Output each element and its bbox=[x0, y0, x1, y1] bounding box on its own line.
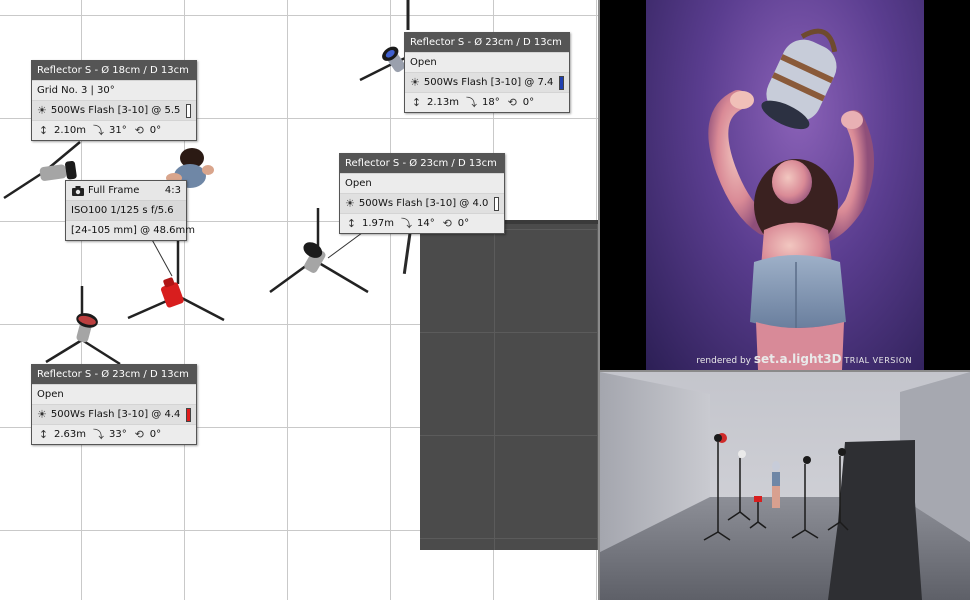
sun-icon: ☀ bbox=[37, 408, 47, 421]
sun-icon: ☀ bbox=[37, 104, 47, 117]
light-rotation: 0° bbox=[149, 429, 162, 440]
tilt-icon: ⤵ bbox=[401, 217, 413, 230]
studio-3d-view[interactable] bbox=[600, 372, 970, 600]
height-arrows-icon: ↕ bbox=[38, 428, 49, 441]
render-preview[interactable]: rendered by set.a.light3D TRIAL VERSION bbox=[600, 0, 970, 370]
camera-stand[interactable] bbox=[120, 235, 230, 326]
light-modifier: Grid No. 3 | 30° bbox=[37, 85, 115, 96]
light-flash: 500Ws Flash [3-10] @ 4.0 bbox=[358, 198, 489, 209]
height-arrows-icon: ↕ bbox=[346, 217, 357, 230]
plan-view[interactable]: Reflector S - Ø 18cm / D 13cm Grid No. 3… bbox=[0, 0, 598, 600]
light-modifier-row[interactable]: Open bbox=[405, 52, 569, 72]
light-flash: 500Ws Flash [3-10] @ 7.4 bbox=[423, 77, 554, 88]
light-tilt: 14° bbox=[417, 218, 435, 229]
watermark-brand: set.a.light3D bbox=[753, 352, 842, 366]
tilt-icon: ⤵ bbox=[93, 428, 105, 441]
camera-sensor-row[interactable]: Full Frame 4:3 bbox=[66, 181, 186, 200]
sun-icon: ☀ bbox=[345, 197, 355, 210]
light-stand-4[interactable] bbox=[40, 284, 130, 370]
light-tilt: 31° bbox=[109, 125, 127, 136]
light-modifier: Open bbox=[410, 57, 437, 68]
render-photo-illustration bbox=[708, 28, 874, 370]
rotation-icon: ⟲ bbox=[134, 428, 144, 441]
tilt-icon: ⤵ bbox=[93, 124, 105, 137]
light-flash-row[interactable]: ☀ 500Ws Flash [3-10] @ 4.0 bbox=[340, 193, 504, 213]
camera-sensor: Full Frame bbox=[88, 185, 140, 196]
light-rotation: 0° bbox=[149, 125, 162, 136]
tilt-icon: ⤵ bbox=[466, 96, 478, 109]
camera-aspect: 4:3 bbox=[164, 185, 181, 196]
height-arrows-icon: ↕ bbox=[38, 124, 49, 137]
light-flash: 500Ws Flash [3-10] @ 4.4 bbox=[50, 409, 181, 420]
light-rotation: 0° bbox=[457, 218, 470, 229]
light-position-row[interactable]: ↕ 2.13m ⤵ 18° ⟲ 0° bbox=[405, 92, 569, 112]
light-height: 2.13m bbox=[427, 97, 460, 108]
light-flash-row[interactable]: ☀ 500Ws Flash [3-10] @ 5.5 bbox=[32, 100, 196, 120]
watermark-trial: TRIAL VERSION bbox=[844, 356, 912, 365]
light-modifier-row[interactable]: Open bbox=[32, 384, 196, 404]
camera-lens-row[interactable]: [24-105 mm] @ 48.6mm bbox=[66, 220, 195, 240]
light-flash-row[interactable]: ☀ 500Ws Flash [3-10] @ 7.4 bbox=[405, 72, 569, 92]
render-watermark: rendered by set.a.light3D TRIAL VERSION bbox=[696, 352, 912, 366]
camera-icon bbox=[71, 184, 84, 197]
camera-info-box[interactable]: Full Frame 4:3 ISO100 1/125 s f/5.6 [24-… bbox=[65, 180, 195, 241]
light-modifier: Open bbox=[37, 389, 64, 400]
light-modifier: Open bbox=[345, 178, 372, 189]
watermark-prefix: rendered by bbox=[696, 356, 752, 366]
studio-scene bbox=[600, 372, 970, 600]
light-flash-row[interactable]: ☀ 500Ws Flash [3-10] @ 4.4 bbox=[32, 404, 196, 424]
camera-exposure: ISO100 1/125 s f/5.6 bbox=[71, 205, 174, 216]
light-tilt: 33° bbox=[109, 429, 127, 440]
light-title: Reflector S - Ø 23cm / D 13cm bbox=[340, 154, 504, 173]
backdrop-pole bbox=[402, 228, 413, 274]
light-tilt: 18° bbox=[482, 97, 500, 108]
light-position-row[interactable]: ↕ 1.97m ⤵ 14° ⟲ 0° bbox=[340, 213, 504, 233]
light-color-swatch[interactable] bbox=[186, 407, 191, 422]
light-flash: 500Ws Flash [3-10] @ 5.5 bbox=[50, 105, 181, 116]
light-info-box-3[interactable]: Reflector S - Ø 23cm / D 13cm Open ☀ 500… bbox=[339, 153, 505, 234]
light-position-row[interactable]: ↕ 2.63m ⤵ 33° ⟲ 0° bbox=[32, 424, 196, 444]
light-color-swatch[interactable] bbox=[494, 196, 499, 211]
light-height: 2.10m bbox=[54, 125, 87, 136]
sun-icon: ☀ bbox=[410, 76, 420, 89]
rotation-icon: ⟲ bbox=[442, 217, 452, 230]
light-title: Reflector S - Ø 23cm / D 13cm bbox=[405, 33, 569, 52]
light-height: 2.63m bbox=[54, 429, 87, 440]
light-position-row[interactable]: ↕ 2.10m ⤵ 31° ⟲ 0° bbox=[32, 120, 196, 140]
light-info-box-2[interactable]: Reflector S - Ø 23cm / D 13cm Open ☀ 500… bbox=[404, 32, 570, 113]
light-modifier-row[interactable]: Grid No. 3 | 30° bbox=[32, 80, 196, 100]
camera-lens: [24-105 mm] @ 48.6mm bbox=[71, 225, 195, 236]
rotation-icon: ⟲ bbox=[134, 124, 144, 137]
light-color-swatch[interactable] bbox=[559, 75, 564, 90]
render-image: rendered by set.a.light3D TRIAL VERSION bbox=[646, 0, 924, 370]
light-title: Reflector S - Ø 18cm / D 13cm bbox=[32, 61, 196, 80]
light-rotation: 0° bbox=[522, 97, 535, 108]
light-info-box-1[interactable]: Reflector S - Ø 18cm / D 13cm Grid No. 3… bbox=[31, 60, 197, 141]
light-info-box-4[interactable]: Reflector S - Ø 23cm / D 13cm Open ☀ 500… bbox=[31, 364, 197, 445]
rotation-icon: ⟲ bbox=[507, 96, 517, 109]
light-modifier-row[interactable]: Open bbox=[340, 173, 504, 193]
light-height: 1.97m bbox=[362, 218, 395, 229]
light-color-swatch[interactable] bbox=[186, 103, 191, 118]
camera-exposure-row[interactable]: ISO100 1/125 s f/5.6 bbox=[66, 200, 186, 220]
height-arrows-icon: ↕ bbox=[411, 96, 422, 109]
backdrop-paper[interactable] bbox=[420, 220, 598, 550]
light-title: Reflector S - Ø 23cm / D 13cm bbox=[32, 365, 196, 384]
